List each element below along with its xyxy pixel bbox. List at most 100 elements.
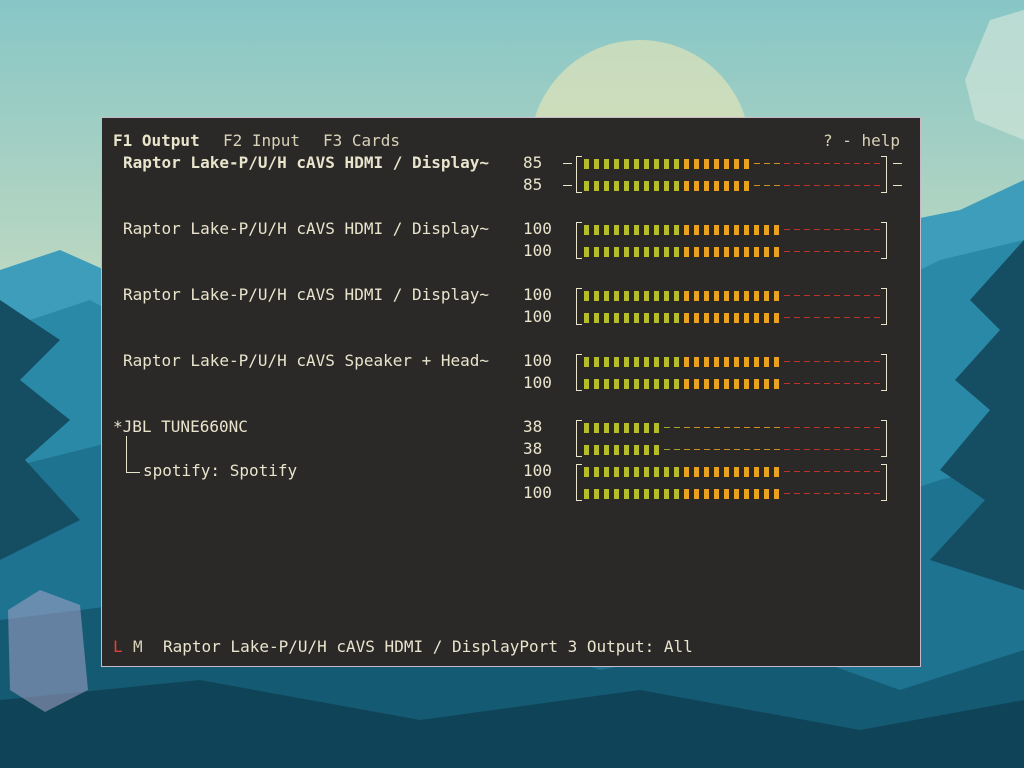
device-name[interactable]: Raptor Lake-P/U/H cAVS HDMI / Display~	[123, 152, 489, 174]
volume-dash	[844, 471, 850, 472]
volume-block	[704, 247, 709, 257]
volume-block	[684, 225, 689, 235]
volume-dash	[804, 361, 810, 362]
volume-dash	[814, 185, 820, 186]
volume-meter[interactable]	[576, 284, 892, 307]
volume-block	[764, 379, 769, 389]
meter-bracket-left	[576, 174, 582, 193]
volume-dash	[694, 449, 700, 450]
volume-block	[674, 159, 679, 169]
volume-block	[734, 291, 739, 301]
volume-dash	[874, 295, 880, 296]
volume-dash	[864, 185, 870, 186]
volume-meter[interactable]	[576, 240, 892, 262]
volume-block	[684, 467, 689, 477]
meter-bracket-left	[576, 372, 582, 391]
volume-dash	[774, 163, 780, 164]
volume-dash	[814, 449, 820, 450]
volume-dash	[864, 427, 870, 428]
volume-block	[704, 467, 709, 477]
volume-meter[interactable]	[576, 306, 892, 328]
volume-meter[interactable]	[576, 460, 892, 483]
volume-block	[644, 489, 649, 499]
volume-block	[634, 423, 639, 433]
volume-block	[604, 159, 609, 169]
volume-block	[654, 489, 659, 499]
volume-block	[674, 181, 679, 191]
volume-dash	[854, 251, 860, 252]
help-hint: ? - help	[823, 131, 901, 150]
volume-dash	[754, 449, 760, 450]
volume-meter[interactable]	[576, 438, 892, 460]
volume-dash	[794, 317, 800, 318]
device-name[interactable]: *JBL TUNE660NC	[113, 416, 248, 438]
meter-bracket-right	[881, 464, 887, 483]
volume-meter[interactable]	[576, 152, 892, 175]
volume-block	[714, 225, 719, 235]
volume-left-value: 100	[523, 351, 552, 370]
volume-meter[interactable]	[576, 174, 892, 196]
volume-dash	[874, 185, 880, 186]
volume-dash	[764, 449, 770, 450]
volume-dash	[834, 163, 840, 164]
volume-block	[614, 159, 619, 169]
volume-block	[744, 247, 749, 257]
meter-bracket-right	[881, 288, 887, 307]
meter-bracket-left	[576, 156, 582, 175]
volume-meter[interactable]	[576, 372, 892, 394]
volume-block	[724, 225, 729, 235]
stream-name[interactable]: spotify: Spotify	[143, 460, 297, 482]
volume-dash	[854, 361, 860, 362]
volume-block	[654, 423, 659, 433]
volume-block	[654, 445, 659, 455]
volume-dash	[804, 427, 810, 428]
volume-meter[interactable]	[576, 416, 892, 439]
volume-block	[624, 379, 629, 389]
volume-meter[interactable]	[576, 218, 892, 241]
volume-block	[684, 181, 689, 191]
volume-block	[724, 313, 729, 323]
pulsemixer-window[interactable]: F1 Output F2 Input F3 Cards ? - help Rap…	[101, 117, 921, 667]
volume-dash	[684, 449, 690, 450]
volume-block	[654, 225, 659, 235]
tab-cards[interactable]: F3 Cards	[323, 130, 400, 152]
volume-block	[734, 181, 739, 191]
volume-dash	[824, 471, 830, 472]
volume-block	[604, 423, 609, 433]
volume-meter[interactable]	[576, 482, 892, 504]
volume-dash	[784, 383, 790, 384]
tab-output[interactable]: F1 Output	[113, 130, 200, 152]
volume-dash	[804, 383, 810, 384]
volume-right-value: 100	[523, 307, 552, 326]
device-name[interactable]: Raptor Lake-P/U/H cAVS HDMI / Display~	[123, 284, 489, 306]
volume-block	[614, 291, 619, 301]
meter-bracket-left	[576, 240, 582, 259]
volume-dash	[794, 185, 800, 186]
volume-block	[654, 357, 659, 367]
volume-dash	[814, 427, 820, 428]
volume-dash	[844, 295, 850, 296]
volume-dash	[814, 493, 820, 494]
device-name[interactable]: Raptor Lake-P/U/H cAVS HDMI / Display~	[123, 218, 489, 240]
volume-dash	[794, 449, 800, 450]
device-name[interactable]: Raptor Lake-P/U/H cAVS Speaker + Head~	[123, 350, 489, 372]
lock-indicator[interactable]: L	[113, 636, 123, 658]
volume-block	[694, 225, 699, 235]
volume-block	[734, 225, 739, 235]
volume-block	[594, 159, 599, 169]
volume-meter[interactable]	[576, 350, 892, 373]
volume-dash	[824, 383, 830, 384]
volume-dash	[784, 471, 790, 472]
volume-block	[634, 247, 639, 257]
volume-dash	[664, 449, 670, 450]
volume-dash	[844, 383, 850, 384]
volume-dash	[844, 251, 850, 252]
volume-block	[624, 313, 629, 323]
volume-block	[684, 489, 689, 499]
volume-block	[654, 379, 659, 389]
tab-input[interactable]: F2 Input	[223, 130, 300, 152]
volume-block	[714, 467, 719, 477]
volume-dash	[744, 427, 750, 428]
mute-indicator[interactable]: M	[133, 636, 143, 658]
volume-dash	[724, 427, 730, 428]
